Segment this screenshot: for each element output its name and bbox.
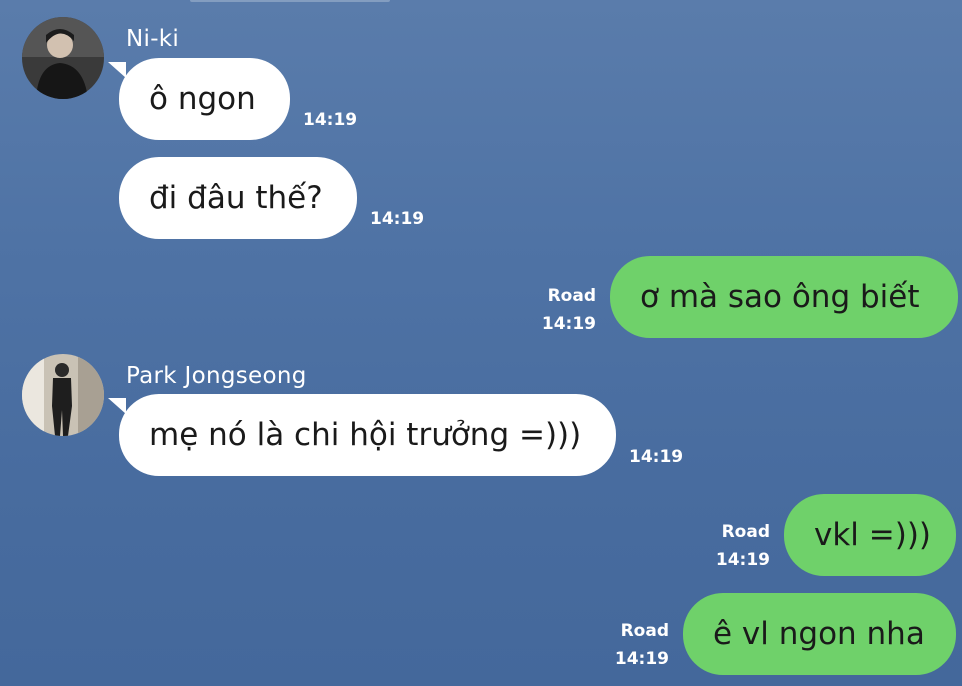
message-text: ơ mà sao ông biết <box>640 279 920 315</box>
avatar-photo-icon <box>22 354 104 436</box>
message-time: 14:19 <box>541 314 596 334</box>
top-edge-divider <box>190 0 390 2</box>
read-status: Road <box>620 621 669 641</box>
message-bubble-outgoing[interactable]: vkl =))) <box>784 494 956 576</box>
avatar-photo-icon <box>22 17 104 99</box>
message-text: đi đâu thế? <box>149 180 323 216</box>
bubble-tail <box>108 62 126 78</box>
message-bubble-incoming[interactable]: ô ngon <box>119 58 290 140</box>
read-status: Road <box>547 286 596 306</box>
sender-name: Ni-ki <box>126 26 180 52</box>
message-meta: Road 14:19 <box>520 282 596 338</box>
bubble-tail <box>108 398 126 414</box>
message-bubble-incoming[interactable]: mẹ nó là chi hội trưởng =))) <box>119 394 616 476</box>
message-meta: Road 14:19 <box>593 617 669 673</box>
message-time: 14:19 <box>303 110 358 130</box>
sender-name: Park Jongseong <box>126 363 307 389</box>
read-status: Road <box>721 522 770 542</box>
message-bubble-incoming[interactable]: đi đâu thế? <box>119 157 357 239</box>
message-time: 14:19 <box>629 447 684 467</box>
avatar-park-jongseong[interactable] <box>22 354 104 436</box>
message-text: ê vl ngon nha <box>713 616 925 652</box>
message-bubble-outgoing[interactable]: ê vl ngon nha <box>683 593 956 675</box>
message-bubble-outgoing[interactable]: ơ mà sao ông biết <box>610 256 958 338</box>
message-text: ô ngon <box>149 81 256 117</box>
avatar-ni-ki[interactable] <box>22 17 104 99</box>
message-time: 14:19 <box>614 649 669 669</box>
message-text: mẹ nó là chi hội trưởng =))) <box>149 417 582 453</box>
message-text: vkl =))) <box>814 517 932 553</box>
message-time: 14:19 <box>715 550 770 570</box>
message-meta: Road 14:19 <box>694 518 770 574</box>
message-time: 14:19 <box>370 209 425 229</box>
